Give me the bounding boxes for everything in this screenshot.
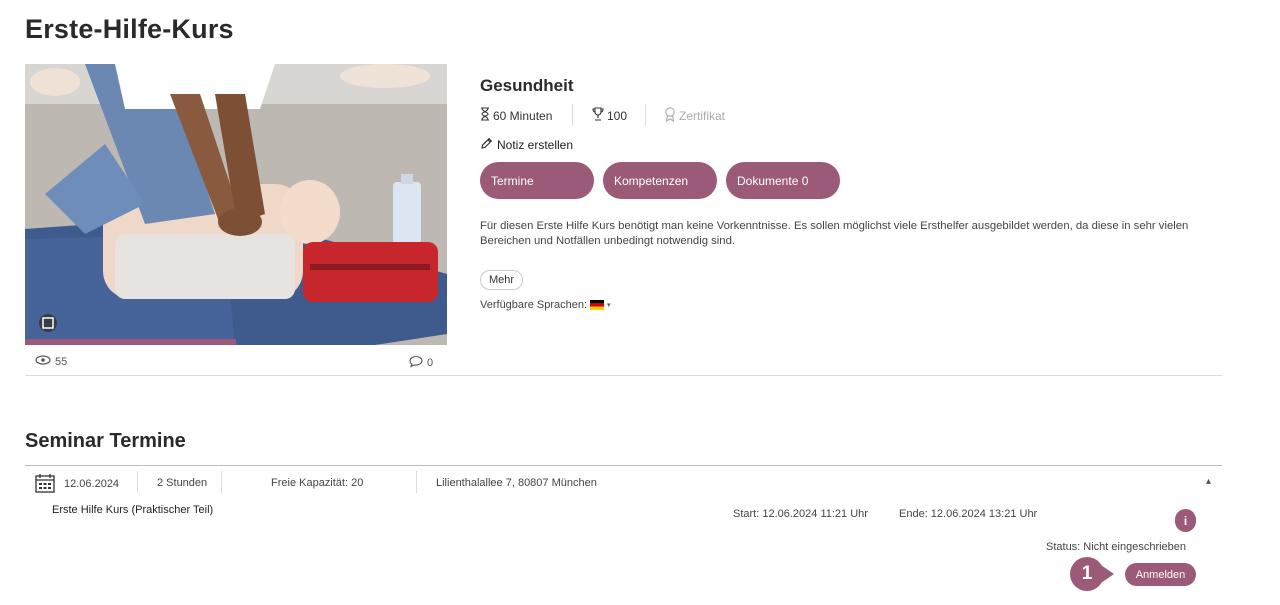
tab-dokumente[interactable]: Dokumente 0 [726, 162, 840, 199]
enrollment-status: Status: Nicht eingeschrieben [1046, 541, 1187, 553]
points-info: 100 [592, 107, 627, 124]
available-languages: Verfügbare Sprachen: ▾ [480, 299, 611, 311]
comments-count[interactable]: 0 [409, 355, 433, 371]
course-image [25, 64, 447, 345]
seminar-duration: 2 Stunden [157, 477, 208, 489]
trophy-icon [592, 107, 604, 124]
row-separator [137, 471, 138, 493]
course-description: Für diesen Erste Hilfe Kurs benötigt man… [480, 220, 1189, 247]
seminar-divider [25, 465, 1222, 466]
german-flag-icon[interactable] [590, 300, 605, 310]
tab-termine[interactable]: Termine [480, 162, 594, 199]
seminar-location: Lilienthalallee 7, 80807 München [436, 477, 597, 489]
page-title: Erste-Hilfe-Kurs [25, 14, 234, 44]
info-separator [572, 104, 573, 126]
comment-icon [409, 355, 423, 371]
step-marker: 1 [1070, 557, 1104, 591]
hourglass-icon [480, 107, 490, 124]
tab-kompetenzen[interactable]: Kompetenzen [603, 162, 717, 199]
seminar-start: Start: 12.06.2024 11:21 Uhr [733, 508, 868, 520]
section-divider [25, 375, 1222, 376]
eye-icon [35, 355, 51, 368]
seminar-end: Ende: 12.06.2024 13:21 Uhr [899, 508, 1038, 520]
duration-info: 60 Minuten [480, 107, 552, 124]
certificate-info: Zertifikat [664, 107, 725, 125]
info-button[interactable]: i [1175, 509, 1196, 532]
seminar-name: Erste Hilfe Kurs (Praktischer Teil) [52, 504, 214, 516]
course-category: Gesundheit [480, 76, 574, 95]
seminar-section-title: Seminar Termine [25, 430, 186, 452]
chevron-up-icon[interactable]: ▴ [1206, 476, 1211, 487]
row-separator [221, 471, 222, 493]
register-button[interactable]: Anmelden [1125, 563, 1196, 586]
calendar-icon [35, 473, 55, 498]
seminar-capacity: Freie Kapazität: 20 [271, 477, 364, 489]
views-count: 55 [35, 355, 67, 368]
create-note-button[interactable]: Notiz erstellen [480, 137, 573, 153]
progress-bar [25, 339, 236, 345]
chevron-down-icon[interactable]: ▾ [607, 301, 611, 309]
seminar-date: 12.06.2024 [64, 478, 120, 490]
certificate-icon [664, 107, 676, 125]
more-button[interactable]: Mehr [480, 270, 523, 290]
pencil-icon [480, 137, 493, 153]
info-separator [645, 104, 646, 126]
row-separator [416, 471, 417, 493]
